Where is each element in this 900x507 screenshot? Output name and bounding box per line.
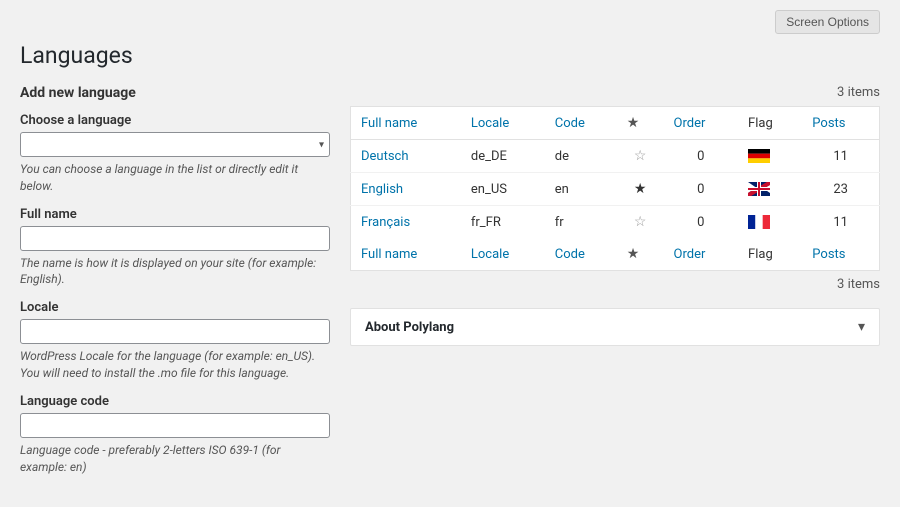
- about-arrow-icon: ▾: [858, 319, 865, 335]
- cell-code: en: [545, 173, 617, 206]
- content-layout: Add new language Choose a language ▾ You…: [20, 85, 880, 487]
- full-name-group: Full name The name is how it is displaye…: [20, 207, 330, 289]
- cell-flag: [738, 173, 802, 206]
- cell-flag: [738, 206, 802, 239]
- table-row: Français fr_FR fr ☆ 0 11: [351, 206, 880, 239]
- choose-language-hint: You can choose a language in the list or…: [20, 161, 330, 195]
- locale-input[interactable]: [20, 319, 330, 344]
- about-title: About Polylang: [365, 320, 454, 335]
- full-name-input[interactable]: [20, 226, 330, 251]
- screen-options-button[interactable]: Screen Options: [775, 10, 880, 34]
- col-header-star: ★: [617, 107, 664, 140]
- col-footer-locale: Locale: [461, 238, 545, 271]
- star-header-icon: ★: [627, 115, 640, 131]
- col-header-code: Code: [545, 107, 617, 140]
- cell-full-name: Deutsch: [351, 140, 461, 173]
- col-header-order: Order: [664, 107, 739, 140]
- locale-label: Locale: [20, 300, 330, 315]
- cell-star: ☆: [617, 206, 664, 239]
- cell-star: ☆: [617, 140, 664, 173]
- cell-posts: 11: [802, 140, 879, 173]
- star-icon: ☆: [634, 148, 647, 164]
- cell-flag: [738, 140, 802, 173]
- col-footer-code: Code: [545, 238, 617, 271]
- cell-star: ★: [617, 173, 664, 206]
- cell-posts: 23: [802, 173, 879, 206]
- col-header-posts: Posts: [802, 107, 879, 140]
- lang-name-link[interactable]: Deutsch: [361, 149, 409, 164]
- table-header-row: Full name Locale Code ★ Order: [351, 107, 880, 140]
- col-posts-link[interactable]: Posts: [812, 116, 845, 131]
- full-name-label: Full name: [20, 207, 330, 222]
- col-footer-posts: Posts: [802, 238, 879, 271]
- lang-name-link[interactable]: English: [361, 182, 403, 197]
- right-panel: 3 items Full name Locale Code: [350, 85, 880, 346]
- lang-name-link[interactable]: Français: [361, 215, 410, 230]
- table-row: Deutsch de_DE de ☆ 0 11: [351, 140, 880, 173]
- star-footer-icon: ★: [627, 246, 640, 262]
- cell-full-name: Français: [351, 206, 461, 239]
- language-code-hint: Language code - preferably 2-letters ISO…: [20, 442, 330, 476]
- choose-language-group: Choose a language ▾ You can choose a lan…: [20, 113, 330, 195]
- col-footer-posts-link[interactable]: Posts: [812, 247, 845, 262]
- table-body: Deutsch de_DE de ☆ 0 11 English en_US en…: [351, 140, 880, 239]
- locale-hint: WordPress Locale for the language (for e…: [20, 348, 330, 382]
- items-count-top: 3 items: [350, 85, 880, 100]
- page-wrapper: Screen Options Languages Add new languag…: [0, 0, 900, 507]
- col-footer-order-link[interactable]: Order: [674, 247, 706, 262]
- table-footer-row: Full name Locale Code ★ Order: [351, 238, 880, 271]
- table-row: English en_US en ★ 0 23: [351, 173, 880, 206]
- cell-locale: en_US: [461, 173, 545, 206]
- language-code-group: Language code Language code - preferably…: [20, 394, 330, 476]
- screen-options-bar: Screen Options: [20, 10, 880, 34]
- choose-language-select-wrapper: ▾: [20, 132, 330, 157]
- col-header-locale: Locale: [461, 107, 545, 140]
- col-footer-full-name-link[interactable]: Full name: [361, 247, 417, 262]
- cell-posts: 11: [802, 206, 879, 239]
- col-footer-star: ★: [617, 238, 664, 271]
- items-count-bottom: 3 items: [350, 277, 880, 292]
- about-section: About Polylang ▾: [350, 308, 880, 346]
- cell-full-name: English: [351, 173, 461, 206]
- left-panel: Add new language Choose a language ▾ You…: [20, 85, 330, 487]
- col-footer-locale-link[interactable]: Locale: [471, 247, 509, 262]
- cell-code: fr: [545, 206, 617, 239]
- full-name-hint: The name is how it is displayed on your …: [20, 255, 330, 289]
- cell-locale: de_DE: [461, 140, 545, 173]
- col-header-full-name: Full name: [351, 107, 461, 140]
- locale-group: Locale WordPress Locale for the language…: [20, 300, 330, 382]
- col-code-link[interactable]: Code: [555, 116, 585, 131]
- col-footer-code-link[interactable]: Code: [555, 247, 585, 262]
- cell-locale: fr_FR: [461, 206, 545, 239]
- language-code-label: Language code: [20, 394, 330, 409]
- col-footer-flag: Flag: [738, 238, 802, 271]
- choose-language-label: Choose a language: [20, 113, 330, 128]
- col-locale-link[interactable]: Locale: [471, 116, 509, 131]
- languages-table: Full name Locale Code ★ Order: [350, 106, 880, 271]
- cell-order: 0: [664, 173, 739, 206]
- star-icon: ☆: [634, 214, 647, 230]
- cell-order: 0: [664, 140, 739, 173]
- col-footer-full-name: Full name: [351, 238, 461, 271]
- add-new-title: Add new language: [20, 85, 330, 101]
- col-header-flag: Flag: [738, 107, 802, 140]
- cell-order: 0: [664, 206, 739, 239]
- cell-code: de: [545, 140, 617, 173]
- language-code-input[interactable]: [20, 413, 330, 438]
- col-full-name-link[interactable]: Full name: [361, 116, 417, 131]
- col-footer-order: Order: [664, 238, 739, 271]
- star-icon: ★: [634, 181, 647, 197]
- about-header[interactable]: About Polylang ▾: [351, 309, 879, 345]
- choose-language-select[interactable]: [20, 132, 330, 157]
- col-order-link[interactable]: Order: [674, 116, 706, 131]
- page-title: Languages: [20, 42, 880, 69]
